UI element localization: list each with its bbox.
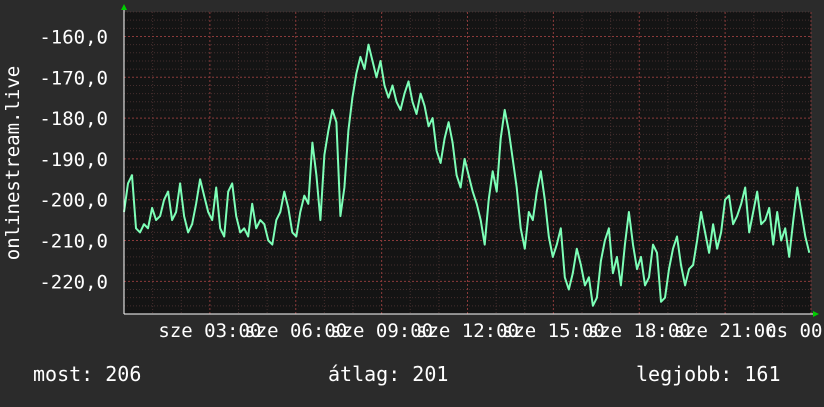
y-tick-label: -170,0 — [39, 67, 108, 89]
x-tick-labels: sze 03:00sze 06:00sze 09:00sze 12:00sze … — [158, 320, 824, 342]
y-tick-label: -190,0 — [39, 149, 108, 171]
y-tick-label: -160,0 — [39, 26, 108, 48]
x-tick-label: sze 21:00 — [674, 320, 777, 342]
chart-root: -160,0 -170,0 -180,0 -190,0 -200,0 -210,0 -220… — [0, 0, 824, 402]
y-axis-arrow — [121, 4, 127, 10]
current-value: most: 206 — [33, 362, 142, 386]
y-tick-label: -180,0 — [39, 108, 108, 130]
average-value: átlag: 201 — [328, 362, 449, 386]
x-axis-arrow — [813, 311, 819, 317]
y-axis-label: onlinestream.live — [2, 66, 24, 260]
best-value: legjobb: 161 — [636, 362, 781, 386]
x-tick-label: cs 00:00 — [765, 320, 824, 342]
y-tick-labels: -160,0 -170,0 -180,0 -190,0 -200,0 -210,0 -220… — [39, 26, 108, 293]
y-tick-label: -210,0 — [39, 231, 108, 253]
legend-row: most: 206 átlag: 201 legjobb: 161 — [0, 360, 824, 390]
chart-svg: -160,0 -170,0 -180,0 -190,0 -200,0 -210,0 -220… — [2, 4, 824, 342]
y-tick-label: -200,0 — [39, 190, 108, 212]
y-tick-label: -220,0 — [39, 271, 108, 293]
